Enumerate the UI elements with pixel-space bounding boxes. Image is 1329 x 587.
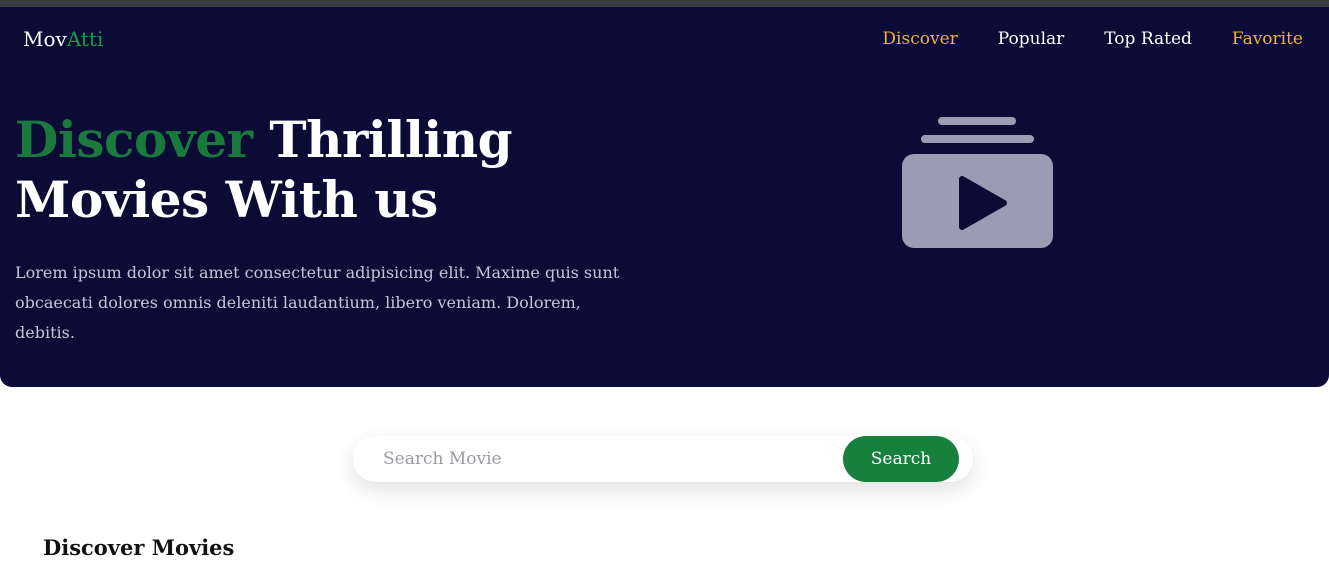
search-bar: Search: [353, 436, 973, 482]
hero-description: Lorem ipsum dolor sit amet consectetur a…: [15, 263, 620, 342]
nav-item-discover[interactable]: Discover: [882, 28, 957, 50]
video-library-icon: [902, 117, 1053, 248]
search-input[interactable]: [383, 447, 823, 471]
nav-item-favorite[interactable]: Favorite: [1232, 28, 1303, 50]
nav-item-popular[interactable]: Popular: [998, 28, 1065, 50]
section-title: Discover Movies: [43, 535, 235, 560]
hero-banner: MovAtti Discover Popular Top Rated Favor…: [0, 7, 1329, 387]
headline-rest-line1: Thrilling: [252, 110, 513, 169]
brand-name-part1: Mov: [23, 27, 67, 51]
headline-line2: Movies With us: [15, 170, 438, 229]
search-button[interactable]: Search: [843, 436, 959, 482]
headline-accent: Discover: [15, 110, 253, 169]
nav-item-top-rated[interactable]: Top Rated: [1104, 28, 1192, 50]
main-nav: Discover Popular Top Rated Favorite: [882, 28, 1303, 50]
brand-logo[interactable]: MovAtti: [23, 27, 103, 51]
brand-name-part2: Atti: [66, 27, 104, 51]
hero-headline: Discover Thrilling Movies With us: [15, 110, 635, 230]
browser-top-strip: [0, 0, 1329, 7]
